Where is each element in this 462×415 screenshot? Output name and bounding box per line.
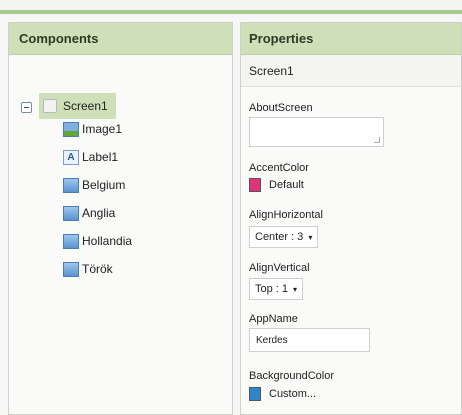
tree-item-label: Label1 bbox=[82, 150, 119, 164]
tree-item-image1[interactable]: Image1 bbox=[63, 119, 122, 139]
button-icon bbox=[63, 177, 79, 193]
label-icon: A bbox=[63, 149, 79, 165]
tree-item-torok[interactable]: Török bbox=[63, 259, 113, 279]
tree-item-anglia[interactable]: Anglia bbox=[63, 203, 115, 223]
tree-item-label: Hollandia bbox=[82, 234, 133, 248]
accent-color-value: Default bbox=[269, 179, 304, 191]
accent-color-swatch bbox=[249, 178, 261, 192]
tree-item-label1[interactable]: A Label1 bbox=[63, 147, 118, 167]
align-horizontal-label: AlignHorizontal bbox=[249, 209, 323, 221]
chevron-down-icon: ▾ bbox=[308, 232, 313, 242]
tree-item-hollandia[interactable]: Hollandia bbox=[63, 231, 132, 251]
top-strip bbox=[0, 0, 462, 14]
properties-header: Properties bbox=[241, 23, 461, 55]
app-name-label: AppName bbox=[249, 313, 298, 325]
image-icon bbox=[63, 121, 79, 137]
background-color-picker[interactable]: Custom... bbox=[249, 387, 316, 401]
button-icon bbox=[63, 233, 79, 249]
tree-item-label: Screen1 bbox=[63, 99, 108, 113]
components-panel: Components Screen1 Image1 A Label1 Belgi… bbox=[8, 22, 233, 415]
tree-item-belgium[interactable]: Belgium bbox=[63, 175, 125, 195]
tree-item-label: Image1 bbox=[82, 122, 123, 136]
tree-item-label: Belgium bbox=[82, 178, 126, 192]
screen-icon bbox=[43, 99, 57, 113]
component-tree: Screen1 Image1 A Label1 Belgium Anglia H… bbox=[9, 55, 232, 414]
background-color-swatch bbox=[249, 387, 261, 401]
button-icon bbox=[63, 205, 79, 221]
align-horizontal-select[interactable]: Center : 3 ▾ bbox=[249, 226, 319, 248]
align-vertical-value: Top : 1 bbox=[255, 283, 289, 295]
collapse-icon[interactable] bbox=[21, 102, 32, 113]
accent-strip bbox=[0, 10, 462, 14]
chevron-down-icon: ▾ bbox=[293, 284, 298, 294]
align-horizontal-value: Center : 3 bbox=[255, 231, 304, 243]
accent-color-label: AccentColor bbox=[249, 162, 309, 174]
about-screen-label: AboutScreen bbox=[249, 102, 313, 114]
components-header: Components bbox=[9, 23, 232, 55]
button-icon bbox=[63, 261, 79, 277]
tree-item-label: Török bbox=[82, 262, 113, 276]
properties-panel: Properties Screen1 AboutScreen AccentCol… bbox=[240, 22, 462, 415]
accent-color-picker[interactable]: Default bbox=[249, 178, 304, 192]
background-color-value: Custom... bbox=[269, 388, 317, 400]
align-vertical-label: AlignVertical bbox=[249, 262, 310, 274]
tree-item-label: Anglia bbox=[82, 206, 116, 220]
background-color-label: BackgroundColor bbox=[249, 370, 334, 382]
app-name-input[interactable]: Kerdes bbox=[249, 328, 370, 352]
selected-component-name: Screen1 bbox=[241, 55, 461, 87]
about-screen-textarea[interactable] bbox=[249, 117, 384, 147]
align-vertical-select[interactable]: Top : 1 ▾ bbox=[249, 278, 304, 300]
tree-item-screen1[interactable]: Screen1 bbox=[39, 93, 116, 119]
